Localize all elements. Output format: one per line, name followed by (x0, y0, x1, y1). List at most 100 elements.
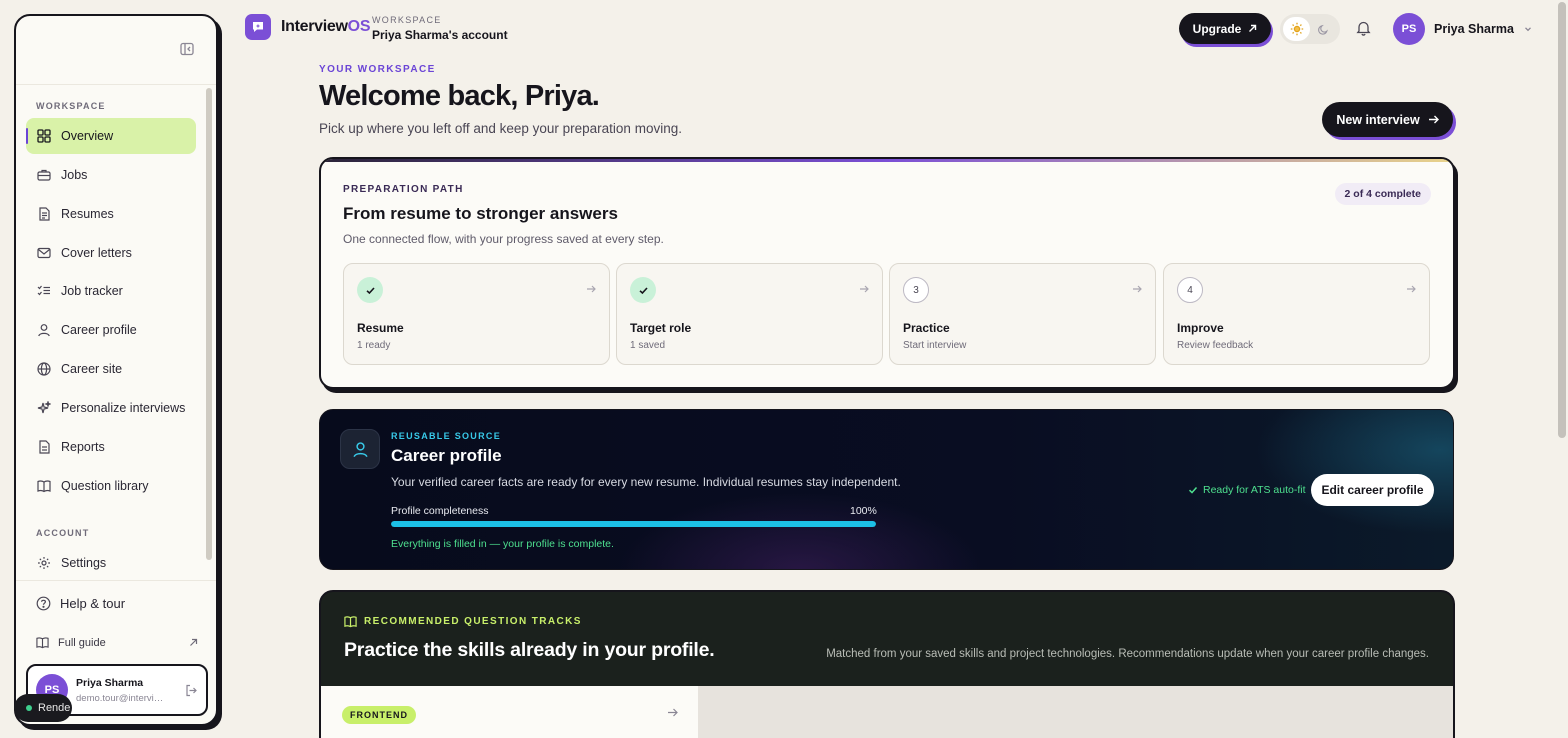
help-tour-link[interactable]: Help & tour (36, 596, 125, 611)
workspace-switcher[interactable]: WORKSPACE Priya Sharma's account (372, 15, 508, 42)
logout-icon[interactable] (185, 684, 198, 697)
sparkle-icon (37, 401, 51, 414)
step-title: Target role (630, 321, 692, 335)
step-title: Resume (357, 321, 404, 335)
check-icon (1188, 486, 1198, 494)
tracks-note: Matched from your saved skills and proje… (826, 648, 1429, 660)
sidebar-section-account: ACCOUNT (36, 528, 90, 538)
light-theme-option[interactable] (1283, 17, 1310, 41)
user-icon (38, 324, 50, 337)
step-improve[interactable]: 4 Improve Review feedback (1163, 263, 1430, 365)
sidebar-nav: WORKSPACE Overview Jobs Resumes Cover le… (16, 86, 216, 580)
track-tag: FRONTEND (342, 706, 416, 724)
step-practice[interactable]: 3 Practice Start interview (889, 263, 1156, 365)
arrow-right-icon (1407, 285, 1416, 293)
sidebar-item-career-site[interactable]: Career site (26, 351, 196, 387)
sidebar-item-label: Cover letters (61, 246, 132, 260)
notifications-bell-icon[interactable] (1356, 20, 1371, 36)
track-card-frontend[interactable]: FRONTEND (321, 686, 698, 738)
checklist-icon (37, 285, 50, 296)
user-menu[interactable]: PS Priya Sharma (1393, 13, 1533, 45)
prep-title: From resume to stronger answers (343, 204, 618, 223)
arrow-right-icon (860, 285, 869, 293)
sidebar-item-label: Reports (61, 440, 105, 454)
globe-icon (37, 362, 51, 376)
collapse-sidebar-icon[interactable] (180, 42, 194, 56)
sidebar-item-reports[interactable]: Reports (26, 429, 196, 465)
progress-label: Profile completeness (391, 505, 489, 517)
brand[interactable]: InterviewOS (245, 14, 370, 40)
step-number: 3 (903, 277, 929, 303)
upgrade-button[interactable]: Upgrade (1179, 13, 1271, 44)
step-title: Practice (903, 321, 950, 335)
edit-career-profile-button[interactable]: Edit career profile (1311, 474, 1434, 506)
workspace-label: WORKSPACE (372, 15, 442, 25)
ats-status: Ready for ATS auto-fit (1188, 484, 1306, 496)
step-subtitle: 1 saved (630, 340, 666, 351)
render-status-label: Rende (38, 702, 71, 714)
progress-fill (391, 521, 876, 527)
career-eyebrow: REUSABLE SOURCE (391, 431, 502, 441)
sidebar-item-resumes[interactable]: Resumes (26, 196, 196, 232)
sidebar-item-overview[interactable]: Overview (26, 118, 196, 154)
career-title: Career profile (391, 446, 502, 465)
sidebar-item-label: Question library (61, 479, 149, 493)
sidebar-scrollbar[interactable] (206, 88, 212, 560)
progress-value: 100% (850, 505, 877, 517)
full-guide-label: Full guide (58, 636, 106, 649)
mail-icon (37, 247, 51, 259)
sidebar: WORKSPACE Overview Jobs Resumes Cover le… (14, 14, 218, 726)
sidebar-section-workspace: WORKSPACE (36, 101, 106, 111)
sidebar-divider (16, 580, 216, 581)
prep-subtitle: One connected flow, with your progress s… (343, 232, 664, 246)
track-preview-panel (698, 686, 1453, 738)
ats-label: Ready for ATS auto-fit (1203, 484, 1306, 496)
user-email: demo.tour@interviewos.app (76, 692, 164, 704)
step-target-role[interactable]: Target role 1 saved (616, 263, 883, 365)
step-resume[interactable]: Resume 1 ready (343, 263, 610, 365)
arrow-right-icon (1133, 285, 1142, 293)
page-scrollbar[interactable] (1558, 2, 1566, 438)
gear-icon (38, 557, 50, 569)
external-link-icon (190, 638, 198, 646)
sidebar-item-career-profile[interactable]: Career profile (26, 312, 196, 348)
sidebar-item-cover-letters[interactable]: Cover letters (26, 235, 196, 271)
arrow-up-right-icon (1249, 24, 1257, 32)
career-description: Your verified career facts are ready for… (391, 475, 901, 489)
sun-icon (1290, 22, 1303, 36)
book-icon (344, 616, 357, 628)
preparation-path-card: PREPARATION PATH From resume to stronger… (319, 157, 1455, 389)
full-guide-link[interactable]: Full guide (36, 636, 198, 649)
theme-toggle[interactable] (1280, 14, 1340, 44)
sidebar-item-label: Resumes (61, 207, 114, 221)
dark-theme-option[interactable] (1310, 17, 1337, 41)
brand-name: InterviewOS (281, 18, 370, 36)
sidebar-item-jobs[interactable]: Jobs (26, 157, 196, 193)
document-icon (39, 207, 50, 221)
check-icon (630, 277, 656, 303)
sidebar-item-personalize-interviews[interactable]: Personalize interviews (26, 390, 196, 426)
sidebar-item-label: Settings (61, 556, 107, 570)
sidebar-item-label: Career site (61, 362, 123, 376)
status-dot (26, 705, 32, 711)
new-interview-button[interactable]: New interview (1322, 102, 1453, 137)
user-name: Priya Sharma (76, 676, 144, 689)
moon-icon (1318, 24, 1328, 35)
render-status-badge[interactable]: Rende (14, 694, 72, 722)
career-profile-card: REUSABLE SOURCE Career profile Your veri… (319, 409, 1454, 570)
sidebar-item-settings[interactable]: Settings (26, 545, 196, 580)
chat-logo-icon (245, 14, 271, 40)
tracks-eyebrow: RECOMMENDED QUESTION TRACKS (344, 615, 582, 628)
arrow-right-icon (587, 285, 596, 293)
sidebar-item-job-tracker[interactable]: Job tracker (26, 273, 196, 309)
workspace-account-name: Priya Sharma's account (372, 28, 508, 42)
page-title: Welcome back, Priya. (319, 80, 600, 112)
step-number: 4 (1177, 277, 1203, 303)
step-subtitle: Start interview (903, 340, 967, 351)
recommended-tracks-card: RECOMMENDED QUESTION TRACKS Practice the… (319, 590, 1455, 738)
report-icon (39, 440, 50, 454)
help-icon (36, 596, 51, 611)
sidebar-item-question-library[interactable]: Question library (26, 468, 196, 504)
briefcase-icon (37, 169, 51, 181)
step-subtitle: Review feedback (1177, 340, 1254, 351)
